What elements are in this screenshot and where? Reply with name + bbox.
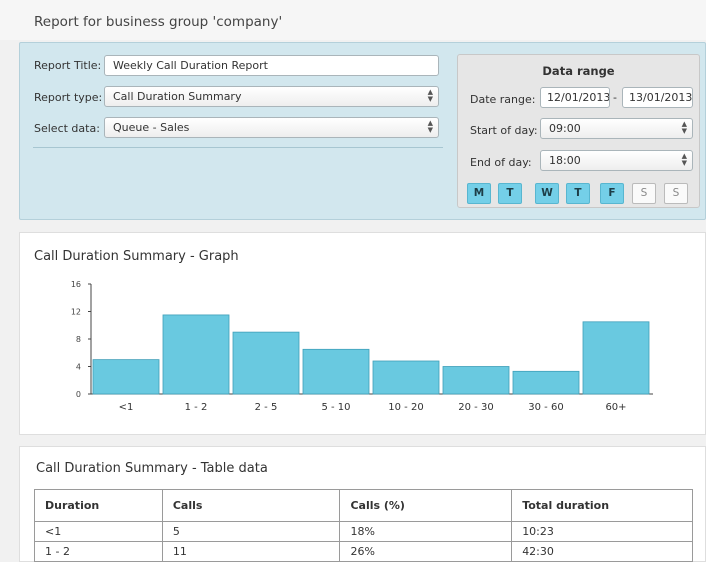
table-cell: 11 xyxy=(161,541,341,562)
bar-chart: 0 4 8 12 16 <1 1 - 2 2 - 5 5 - 10 10 - 20 20 - 30 3… xyxy=(71,280,653,413)
column-header: Duration xyxy=(34,489,163,522)
table-cell: 10:23 xyxy=(511,521,693,542)
x-tick-label: 30 - 60 xyxy=(528,402,563,413)
bar xyxy=(302,348,370,395)
bar xyxy=(582,321,650,395)
table-cell: 5 xyxy=(161,521,341,542)
column-header: Total duration xyxy=(511,489,693,522)
table-cell: 1 - 2 xyxy=(34,541,163,562)
x-tick-label: 60+ xyxy=(605,402,626,413)
y-tick-label: 0 xyxy=(76,390,81,399)
bar xyxy=(512,370,580,395)
data-table: Duration Calls Calls (%) Total duration … xyxy=(34,489,693,562)
table-cell: <1 xyxy=(34,521,163,542)
y-tick-label: 16 xyxy=(71,280,81,289)
bar xyxy=(92,359,160,395)
table-cell: 42:30 xyxy=(511,541,693,562)
bar xyxy=(372,360,440,395)
table-row: 1 - 2 11 26% 42:30 xyxy=(34,541,693,562)
column-header: Calls xyxy=(161,489,341,522)
x-tick-label: 10 - 20 xyxy=(388,402,423,413)
x-tick-label: <1 xyxy=(119,402,134,413)
table-cell: 18% xyxy=(339,521,513,542)
x-tick-label: 20 - 30 xyxy=(458,402,493,413)
x-tick-label: 2 - 5 xyxy=(255,402,278,413)
x-tick-label: 5 - 10 xyxy=(321,402,350,413)
y-tick-label: 12 xyxy=(71,308,81,317)
bar xyxy=(442,366,510,395)
table-cell: 26% xyxy=(339,541,513,562)
bar xyxy=(232,331,300,395)
table-row: <1 5 18% 10:23 xyxy=(34,521,693,542)
y-tick-label: 4 xyxy=(76,363,81,372)
table-title: Call Duration Summary - Table data xyxy=(36,461,268,476)
table-header-row: Duration Calls Calls (%) Total duration xyxy=(34,489,693,522)
x-tick-label: 1 - 2 xyxy=(185,402,208,413)
bar xyxy=(162,314,230,395)
y-tick-label: 8 xyxy=(76,335,81,344)
column-header: Calls (%) xyxy=(339,489,513,522)
